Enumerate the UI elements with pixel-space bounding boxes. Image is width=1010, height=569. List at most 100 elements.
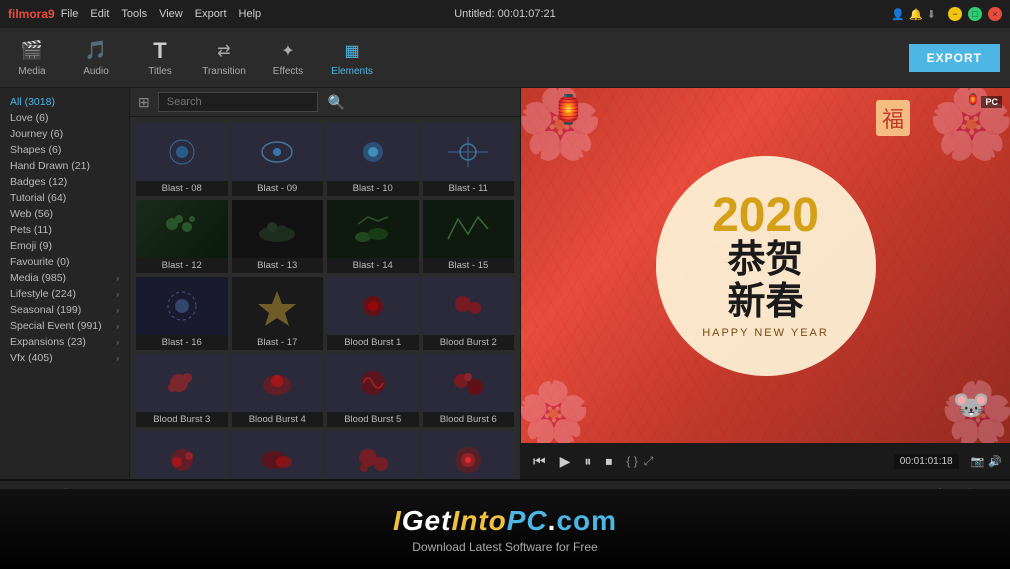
sidebar-item-lifestyle[interactable]: Lifestyle (224) › [4, 286, 125, 302]
list-item[interactable]: Blast - 13 [232, 200, 324, 273]
menu-help[interactable]: Help [239, 8, 262, 20]
search-input[interactable] [158, 92, 318, 112]
elements-grid: Blast - 08 Blast - 09 Blast - 10 Blast -… [130, 117, 520, 479]
transition-label: Transition [202, 66, 246, 77]
wm-com: com [556, 505, 617, 536]
sidebar-item-handdrawn[interactable]: Hand Drawn (21) [4, 158, 125, 174]
item-label: Blast - 17 [232, 335, 324, 350]
snapshot-icon[interactable]: 📷 [971, 455, 985, 468]
skip-back-button[interactable]: ⏮ [529, 451, 550, 472]
item-label: Blast - 14 [327, 258, 419, 273]
stop-button[interactable]: ⏹ [601, 451, 616, 472]
effects-label: Effects [273, 66, 303, 77]
list-item[interactable]: Blood Burt 10 [423, 431, 515, 479]
tool-transition[interactable]: ⇄ Transition [202, 39, 246, 77]
thumbnail [423, 431, 515, 479]
pause-button[interactable]: ⏸ [580, 451, 595, 472]
sidebar-item-shapes[interactable]: Shapes (6) [4, 142, 125, 158]
sidebar-item-emoji[interactable]: Emoji (9) [4, 238, 125, 254]
sidebar-item-web[interactable]: Web (56) [4, 206, 125, 222]
thumbnail [232, 277, 324, 335]
sidebar-item-favourite[interactable]: Favourite (0) [4, 254, 125, 270]
list-item[interactable]: Blood Burst 4 [232, 354, 324, 427]
export-area: EXPORT [909, 44, 1000, 72]
list-item[interactable]: Blast - 08 [136, 123, 228, 196]
maximize-button[interactable]: □ [968, 7, 982, 21]
list-item[interactable]: Blood Burst 3 [136, 354, 228, 427]
window-title: Untitled: 00:01:07:21 [454, 8, 556, 20]
titles-label: Titles [148, 66, 172, 77]
export-button[interactable]: EXPORT [909, 44, 1000, 72]
sidebar-item-vfx[interactable]: Vfx (405) › [4, 350, 125, 366]
notification-icon: 🔔 [909, 8, 923, 21]
sidebar-item-tutorial[interactable]: Tutorial (64) [4, 190, 125, 206]
tool-media[interactable]: 🎬 Media [10, 39, 54, 77]
thumbnail [423, 354, 515, 412]
thumbnail [232, 354, 324, 412]
minimize-button[interactable]: − [948, 7, 962, 21]
tool-elements[interactable]: ▦ Elements [330, 39, 374, 77]
settings-icon[interactable]: { } [626, 454, 637, 469]
sidebar-item-media[interactable]: Media (985) › [4, 270, 125, 286]
list-item[interactable]: Blast - 09 [232, 123, 324, 196]
thumbnail [232, 200, 324, 258]
thumbnail [232, 123, 324, 181]
sidebar-item-seasonal[interactable]: Seasonal (199) › [4, 302, 125, 318]
list-item[interactable]: Blood Burst 2 [423, 277, 515, 350]
lantern-decoration: 🏮 [551, 93, 586, 126]
close-button[interactable]: × [988, 7, 1002, 21]
tool-titles[interactable]: T Titles [138, 39, 182, 77]
window-controls: 👤 🔔 ⬇ − □ × [891, 7, 1002, 21]
sidebar-item-love[interactable]: Love (6) [4, 110, 125, 126]
sidebar-item-pets[interactable]: Pets (11) [4, 222, 125, 238]
list-item[interactable]: Blood Burst 9 [327, 431, 419, 479]
thumbnail [136, 354, 228, 412]
sidebar-item-specialevent[interactable]: Special Event (991) › [4, 318, 125, 334]
preview-year: 2020 [702, 192, 829, 240]
flowers-decoration-bl: 🌸 [521, 377, 591, 443]
volume-icon[interactable]: 🔊 [988, 455, 1002, 468]
list-item[interactable]: Blast - 14 [327, 200, 419, 273]
list-item[interactable]: Blood Burst 7 [136, 431, 228, 479]
menu-file[interactable]: File [61, 8, 79, 20]
sidebar-item-expansions[interactable]: Expansions (23) › [4, 334, 125, 350]
sidebar-item-badges[interactable]: Badges (12) [4, 174, 125, 190]
tool-effects[interactable]: ✦ Effects [266, 39, 310, 77]
list-item[interactable]: Blast - 16 [136, 277, 228, 350]
item-label: Blast - 16 [136, 335, 228, 350]
list-item[interactable]: Blood Burst 8 [232, 431, 324, 479]
sidebar: All (3018) Love (6) Journey (6) Shapes (… [0, 88, 130, 479]
list-item[interactable]: Blast - 11 [423, 123, 515, 196]
menu-export[interactable]: Export [195, 8, 227, 20]
list-item[interactable]: Blast - 17 [232, 277, 324, 350]
item-label: Blast - 12 [136, 258, 228, 273]
sidebar-item-journey[interactable]: Journey (6) [4, 126, 125, 142]
elements-icon: ▦ [340, 39, 364, 63]
download-icon: ⬇ [927, 8, 936, 21]
list-item[interactable]: Blast - 10 [327, 123, 419, 196]
list-item[interactable]: Blood Burst 5 [327, 354, 419, 427]
grid-layout-icon[interactable]: ⊞ [138, 94, 150, 111]
list-item[interactable]: Blood Burst 1 [327, 277, 419, 350]
menu-edit[interactable]: Edit [90, 8, 109, 20]
item-label: Blast - 09 [232, 181, 324, 196]
audio-label: Audio [83, 66, 109, 77]
item-label: Blast - 11 [423, 181, 515, 196]
sidebar-item-all[interactable]: All (3018) [4, 94, 125, 110]
thumbnail [136, 277, 228, 335]
app-logo: filmora9 [8, 7, 55, 21]
menu-view[interactable]: View [159, 8, 183, 20]
wm-pc: PC [507, 505, 548, 536]
play-button[interactable]: ▶ [556, 451, 575, 472]
menu-tools[interactable]: Tools [121, 8, 147, 20]
item-label: Blast - 10 [327, 181, 419, 196]
list-item[interactable]: Blood Burst 6 [423, 354, 515, 427]
watermark-text: IGetIntoPC.com [393, 505, 617, 537]
list-item[interactable]: Blast - 12 [136, 200, 228, 273]
media-label: Media [18, 66, 45, 77]
fullscreen-icon[interactable]: ⤢ [644, 454, 654, 469]
list-item[interactable]: Blast - 15 [423, 200, 515, 273]
tool-audio[interactable]: 🎵 Audio [74, 39, 118, 77]
item-label: Blood Burst 1 [327, 335, 419, 350]
effects-icon: ✦ [276, 39, 300, 63]
